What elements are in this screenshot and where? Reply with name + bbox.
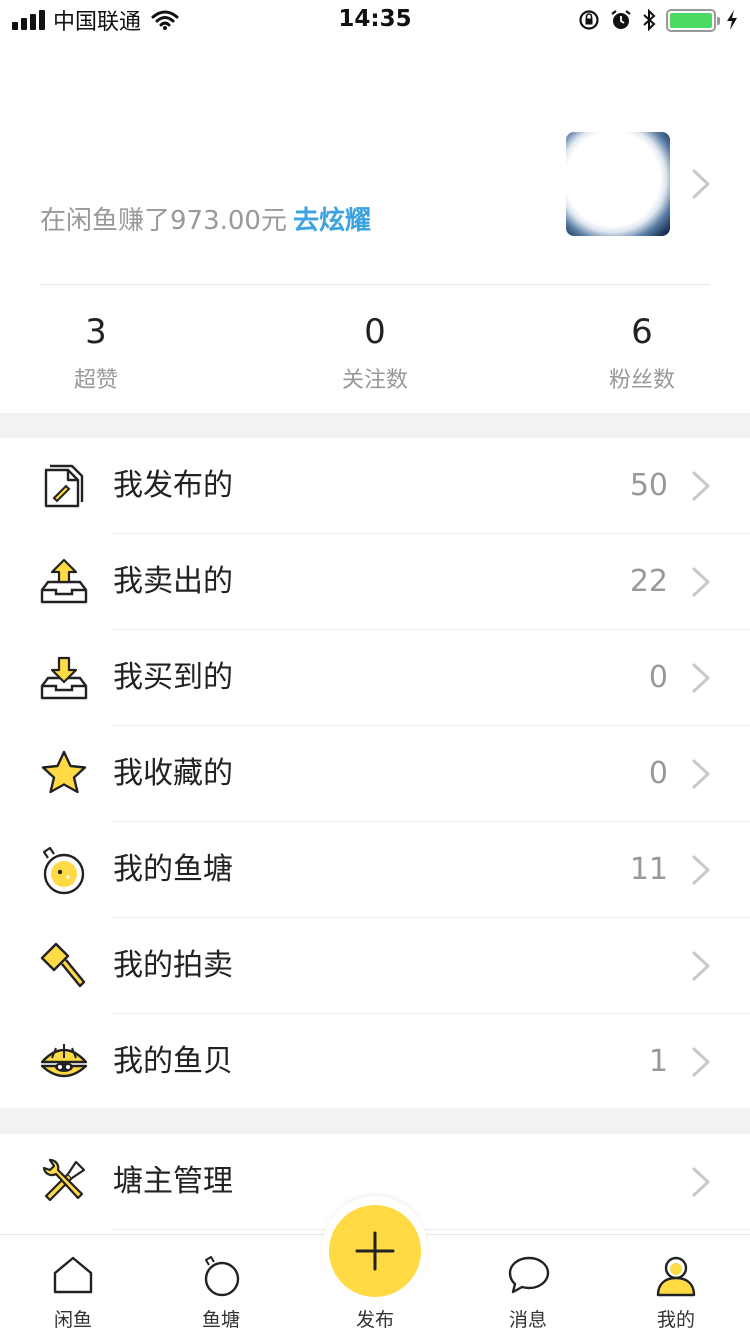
tab-home[interactable]: 闲鱼 xyxy=(23,1235,123,1334)
stat-value: 3 xyxy=(85,312,107,352)
menu-item-fish-pond[interactable]: 我的鱼塘 11 xyxy=(0,822,750,918)
tray-download-icon xyxy=(40,656,88,700)
chevron-right-icon xyxy=(692,471,710,501)
show-off-link[interactable]: 去炫耀 xyxy=(293,206,371,236)
row-divider xyxy=(113,1229,750,1230)
chevron-right-icon xyxy=(692,855,710,885)
pond-icon xyxy=(204,1256,240,1297)
stat-following[interactable]: 0 关注数 xyxy=(305,310,445,394)
menu-item-count: 50 xyxy=(629,468,668,503)
header-divider xyxy=(40,284,710,285)
published-doc-icon xyxy=(44,464,84,508)
avatar[interactable] xyxy=(566,132,670,236)
tab-label: 消息 xyxy=(508,1309,547,1331)
earned-summary: 在闲鱼赚了973.00元 去炫耀 xyxy=(40,200,371,237)
tab-messages[interactable]: 消息 xyxy=(478,1235,578,1334)
tray-upload-icon xyxy=(40,558,88,604)
tab-label: 我的 xyxy=(656,1309,695,1331)
publish-button[interactable] xyxy=(329,1205,421,1297)
tab-label: 发布 xyxy=(355,1309,394,1331)
menu-item-sold[interactable]: 我卖出的 22 xyxy=(0,534,750,630)
stat-followers[interactable]: 6 粉丝数 xyxy=(572,310,712,394)
menu-item-count: 1 xyxy=(648,1044,668,1079)
stat-likes[interactable]: 3 超赞 xyxy=(26,310,166,394)
chevron-right-icon xyxy=(692,951,710,981)
wrench-screwdriver-icon xyxy=(42,1158,86,1202)
menu-item-label: 我的鱼贝 xyxy=(113,1044,233,1079)
menu-item-fish-shell[interactable]: 我的鱼贝 1 xyxy=(0,1014,750,1110)
stat-value: 0 xyxy=(364,312,386,352)
menu-item-label: 我的拍卖 xyxy=(113,948,233,983)
menu-item-bought[interactable]: 我买到的 0 xyxy=(0,630,750,726)
menu-item-count: 22 xyxy=(629,564,668,599)
chat-bubble-icon xyxy=(508,1256,550,1294)
status-bar: 中国联通 14:35 xyxy=(0,0,750,40)
menu-item-published[interactable]: 我发布的 50 xyxy=(0,438,750,534)
shell-icon xyxy=(40,1044,88,1078)
menu-item-label: 我买到的 xyxy=(113,660,233,695)
menu-item-count: 0 xyxy=(648,660,668,695)
chevron-right-icon xyxy=(692,1047,710,1077)
tab-label: 闲鱼 xyxy=(53,1309,92,1331)
profile-header: 在闲鱼赚了973.00元 去炫耀 3 超赞 0 关注数 6 粉丝数 xyxy=(0,40,750,413)
menu-item-label: 我发布的 xyxy=(113,468,233,503)
chevron-right-icon xyxy=(692,567,710,597)
menu-item-count: 0 xyxy=(648,756,668,791)
menu-item-label: 我收藏的 xyxy=(113,756,233,791)
stat-label: 粉丝数 xyxy=(608,368,675,393)
chevron-right-icon xyxy=(692,759,710,789)
earned-text: 在闲鱼赚了973.00元 xyxy=(40,206,287,236)
tab-label: 鱼塘 xyxy=(201,1309,240,1331)
star-icon xyxy=(41,750,87,794)
menu-list: 我发布的 50 我卖出的 22 我买到的 0 我收藏的 0 我的鱼塘 11 我的… xyxy=(0,438,750,1108)
profile-chevron-icon[interactable] xyxy=(690,168,712,200)
chevron-right-icon xyxy=(692,1167,710,1197)
menu-item-count: 11 xyxy=(629,852,668,887)
menu-item-favorites[interactable]: 我收藏的 0 xyxy=(0,726,750,822)
chevron-right-icon xyxy=(692,663,710,693)
menu-item-label: 我的鱼塘 xyxy=(113,852,233,887)
alarm-icon xyxy=(611,10,631,29)
fish-pond-icon xyxy=(42,846,85,895)
rotation-lock-icon xyxy=(579,10,599,30)
bluetooth-icon xyxy=(643,8,656,32)
battery-icon xyxy=(666,8,720,32)
menu-item-label: 我卖出的 xyxy=(113,564,233,599)
charging-bolt-icon xyxy=(727,10,737,30)
plus-icon xyxy=(355,1231,395,1271)
tab-mine[interactable]: 我的 xyxy=(626,1235,726,1334)
tab-pond[interactable]: 鱼塘 xyxy=(171,1235,271,1334)
user-icon xyxy=(656,1256,696,1297)
menu-item-label: 塘主管理 xyxy=(113,1164,233,1199)
status-right xyxy=(578,6,738,34)
stat-value: 6 xyxy=(631,312,653,352)
home-icon xyxy=(53,1256,93,1294)
stat-label: 超赞 xyxy=(73,368,118,393)
auction-hammer-icon xyxy=(40,942,86,988)
menu-item-auction[interactable]: 我的拍卖 xyxy=(0,918,750,1014)
stat-label: 关注数 xyxy=(341,368,408,393)
